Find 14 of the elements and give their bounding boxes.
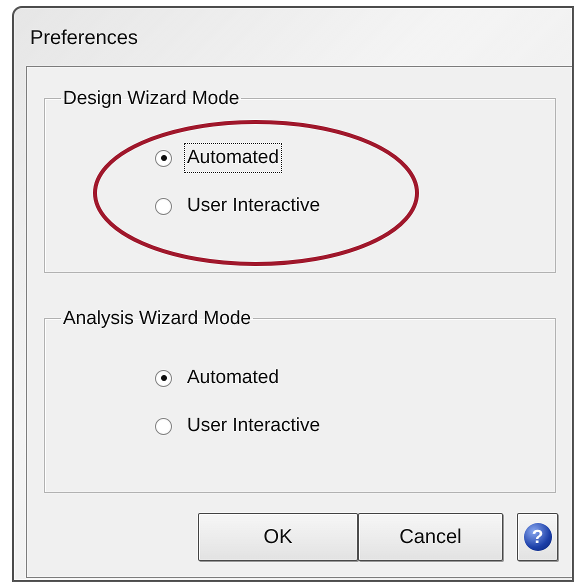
window-title: Preferences xyxy=(29,26,138,51)
group-title: Analysis Wizard Mode xyxy=(62,309,252,328)
radio-label[interactable]: Automated xyxy=(184,142,282,174)
radio-button[interactable] xyxy=(155,150,172,166)
radio-label[interactable]: Automated xyxy=(184,362,282,394)
help-button[interactable]: ? xyxy=(517,513,558,561)
group-title: Design Wizard Mode xyxy=(62,89,240,108)
radio-label[interactable]: User Interactive xyxy=(184,410,324,442)
radio-button[interactable] xyxy=(155,198,172,214)
dialog-button[interactable]: Cancel xyxy=(358,513,503,561)
radio-button[interactable] xyxy=(155,370,172,386)
dialog-button[interactable]: OK xyxy=(198,513,358,561)
radio-button[interactable] xyxy=(155,418,172,434)
radio-label[interactable]: User Interactive xyxy=(184,190,324,222)
